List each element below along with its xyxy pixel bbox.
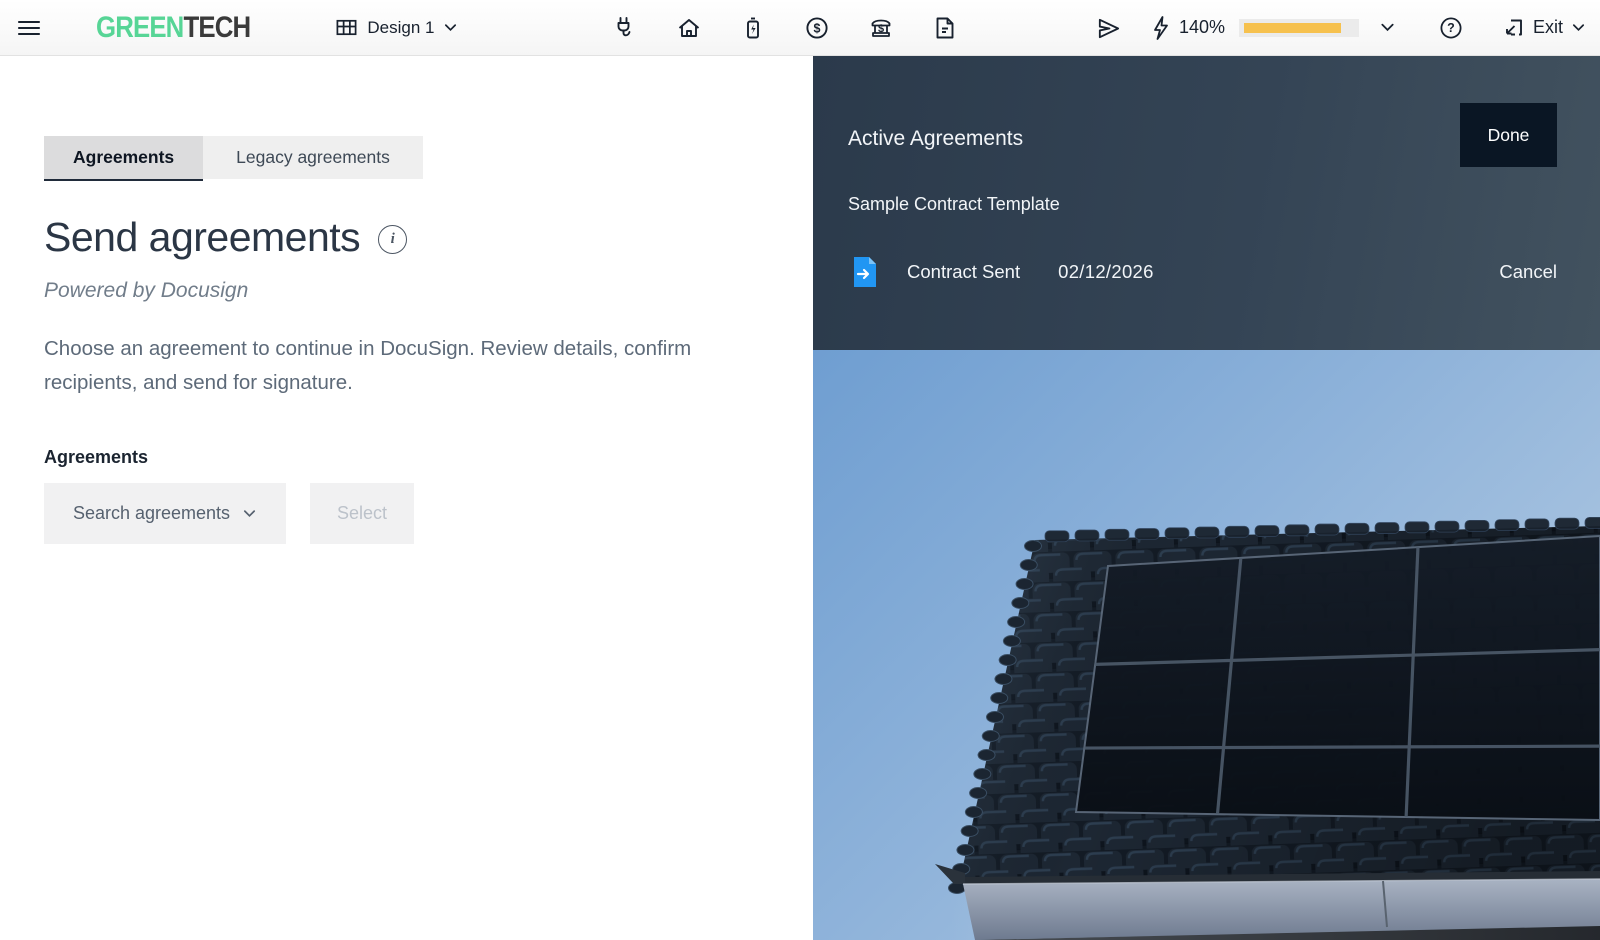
exit-label[interactable]: Exit bbox=[1533, 17, 1563, 38]
select-button[interactable]: Select bbox=[310, 483, 414, 544]
design-selector-label: Design 1 bbox=[367, 18, 434, 38]
agreements-field-label: Agreements bbox=[44, 447, 148, 468]
page-title: Send agreements bbox=[44, 213, 360, 261]
template-name: Sample Contract Template bbox=[848, 194, 1060, 215]
info-icon[interactable]: i bbox=[378, 225, 407, 254]
active-agreements-panel: Active Agreements Done Sample Contract T… bbox=[813, 55, 1600, 350]
active-agreements-title: Active Agreements bbox=[848, 127, 1023, 151]
chevron-down-icon bbox=[242, 506, 257, 521]
invoice-icon[interactable] bbox=[932, 15, 958, 41]
svg-text:?: ? bbox=[1447, 21, 1455, 35]
exit-chevron-down-icon[interactable] bbox=[1571, 20, 1586, 35]
svg-text:$: $ bbox=[814, 21, 821, 35]
agreements-tabs: Agreements Legacy agreements bbox=[44, 136, 423, 181]
send-agreements-panel: Agreements Legacy agreements Send agreem… bbox=[0, 55, 813, 940]
agreement-date: 02/12/2026 bbox=[1058, 261, 1154, 283]
powered-by-subtitle: Powered by Docusign bbox=[44, 279, 248, 303]
exit-box-icon[interactable] bbox=[1502, 16, 1525, 39]
design-selector[interactable]: Design 1 bbox=[335, 16, 458, 39]
lightning-icon bbox=[1151, 15, 1171, 41]
toolbar-nav-icons: $ $ bbox=[612, 0, 958, 55]
help-circle-icon[interactable]: ? bbox=[1438, 15, 1464, 41]
done-button[interactable]: Done bbox=[1460, 103, 1557, 167]
zoom-meter-fill bbox=[1244, 23, 1341, 33]
agreement-row: Contract Sent 02/12/2026 Cancel bbox=[848, 254, 1557, 290]
search-agreements-button[interactable]: Search agreements bbox=[44, 483, 286, 544]
zoom-meter[interactable] bbox=[1239, 19, 1359, 37]
toolbar: GREENTECH Design 1 bbox=[0, 0, 1600, 56]
sent-document-icon bbox=[852, 257, 876, 287]
cancel-button[interactable]: Cancel bbox=[1499, 261, 1557, 283]
chevron-down-icon bbox=[443, 20, 458, 35]
rooftop-solar-photo bbox=[813, 350, 1600, 940]
zoom-chevron-down-icon[interactable] bbox=[1379, 19, 1396, 36]
svg-text:$: $ bbox=[878, 23, 884, 35]
hamburger-menu-icon[interactable] bbox=[16, 15, 42, 41]
plug-icon[interactable] bbox=[612, 15, 638, 41]
zoom-percent: 140% bbox=[1179, 17, 1225, 38]
send-arrow-icon[interactable] bbox=[1095, 15, 1121, 41]
dollar-icon[interactable]: $ bbox=[804, 15, 830, 41]
bank-icon[interactable]: $ bbox=[868, 15, 894, 41]
battery-icon[interactable] bbox=[740, 15, 766, 41]
table-grid-icon bbox=[335, 16, 358, 39]
agreement-status: Contract Sent bbox=[907, 261, 1020, 283]
tab-agreements[interactable]: Agreements bbox=[44, 136, 203, 181]
greentech-logo: GREENTECH bbox=[96, 11, 250, 45]
description-text: Choose an agreement to continue in DocuS… bbox=[44, 332, 724, 400]
tab-legacy-agreements[interactable]: Legacy agreements bbox=[203, 136, 423, 179]
home-icon[interactable] bbox=[676, 15, 702, 41]
app-window: GREENTECH Design 1 bbox=[0, 0, 1600, 940]
